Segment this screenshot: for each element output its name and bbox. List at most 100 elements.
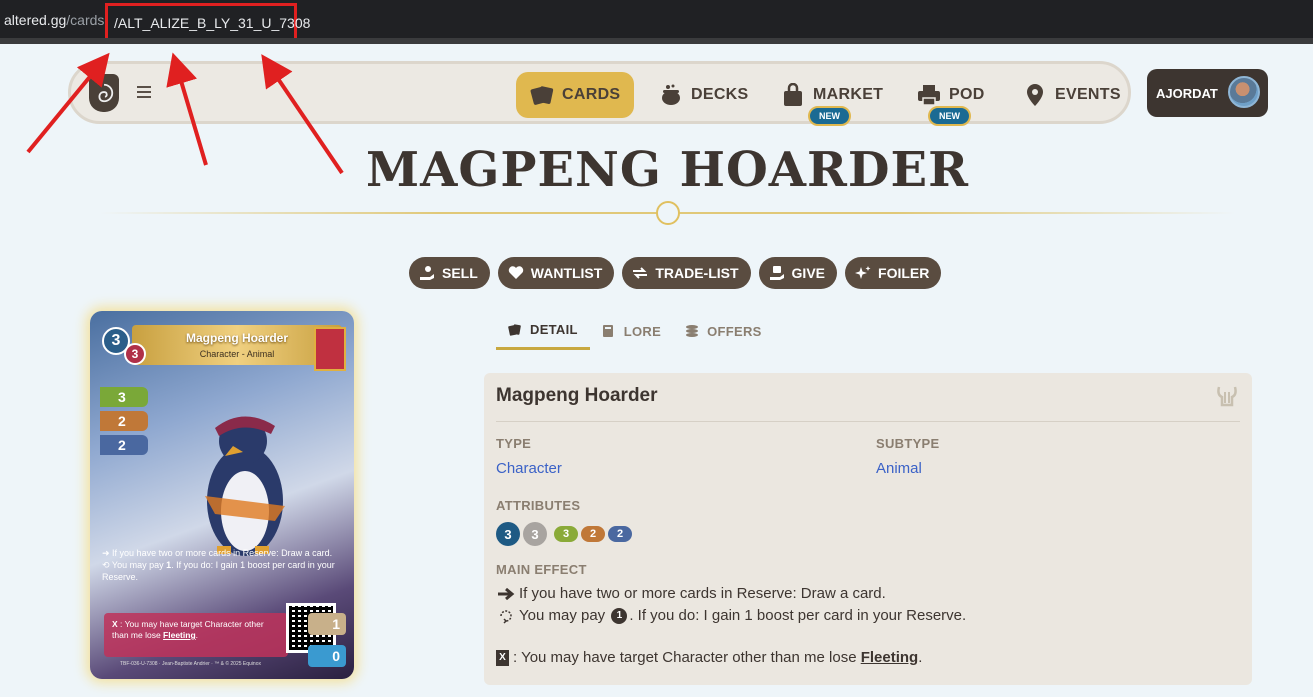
wantlist-label: WANTLIST (530, 265, 603, 281)
pod-new-badge: NEW (928, 106, 971, 126)
url-slug: /ALT_ALIZE_B_LY_31_U_7308 (114, 15, 311, 31)
printer-icon (917, 83, 941, 107)
type-label: TYPE (496, 436, 532, 451)
nav-decks[interactable]: DECKS (659, 72, 749, 118)
card-image[interactable]: Magpeng Hoarder Character - Animal 3 3 3… (90, 311, 354, 679)
nav-decks-label: DECKS (691, 86, 749, 103)
card-support-end: . (195, 630, 199, 640)
support-effect-end: . (918, 649, 923, 666)
swirl-emblem-icon (656, 201, 680, 225)
subtype-label: SUBTYPE (876, 436, 940, 451)
attributes-label: ATTRIBUTES (496, 498, 581, 513)
card-name: Magpeng Hoarder (185, 331, 288, 345)
url-highlight-box: /ALT_ALIZE_B_LY_31_U_7308 (105, 3, 310, 42)
card-subtitle: Character - Animal (199, 349, 275, 359)
url-host: altered.gg (4, 12, 67, 28)
avatar (1228, 76, 1260, 108)
support-effect-text: : You may have target Character other th… (513, 649, 857, 666)
card-reserve-cost: 3 (124, 343, 146, 365)
page-title: MAGPENG HOARDER (365, 142, 970, 198)
exhaust-icon (496, 608, 516, 624)
hamburger-icon[interactable] (137, 86, 151, 101)
lyra-banner-icon (314, 327, 346, 371)
cauldron-icon (659, 83, 683, 107)
effect-2-cost: 1 (611, 607, 628, 624)
detail-card-name: Magpeng Hoarder (496, 385, 658, 406)
effect-line-1: If you have two or more cards in Reserve… (496, 585, 886, 602)
top-nav: CARDS DECKS MARKET NEW POD NEW EVENTS (68, 61, 1131, 126)
trade-list-label: TRADE-LIST (655, 265, 739, 281)
main-effect-label: MAIN EFFECT (496, 562, 587, 577)
heart-icon (508, 265, 524, 281)
type-link[interactable]: Character (496, 460, 562, 477)
username: AJORDAT (1156, 85, 1218, 101)
nav-events[interactable]: EVENTS (1023, 72, 1121, 118)
effect-line-2: You may pay 1. If you do: I gain 1 boost… (496, 607, 966, 624)
attr-ocean: 2 (608, 526, 632, 542)
card-support-keyword: Fleeting (163, 630, 196, 640)
user-menu-button[interactable]: AJORDAT (1147, 69, 1268, 117)
foiler-label: FOILER (878, 265, 930, 281)
book-icon (602, 324, 616, 338)
card-effect-1: If you have two or more cards in Reserve… (112, 548, 333, 558)
support-key: X (496, 649, 509, 666)
subtype-link[interactable]: Animal (876, 460, 922, 477)
nav-market-label: MARKET (813, 86, 884, 103)
fleeting-keyword-link[interactable]: Fleeting (861, 649, 919, 666)
attr-forest: 3 (554, 526, 578, 542)
trade-icon (632, 265, 648, 281)
card-counter-2: 0 (308, 645, 346, 667)
give-label: GIVE (791, 265, 826, 281)
effect-2a-text: You may pay (519, 607, 606, 624)
effect-2b-text: . If you do: I gain 1 boost per card in … (629, 607, 967, 624)
trade-list-button[interactable]: TRADE-LIST (622, 257, 751, 289)
support-effect-line: X : You may have target Character other … (496, 649, 922, 666)
nav-pod-label: POD (949, 86, 985, 103)
tab-offers[interactable]: OFFERS (673, 312, 774, 350)
attr-hand-cost: 3 (496, 522, 520, 546)
card-detail-panel: Magpeng Hoarder TYPE Character SUBTYPE A… (484, 373, 1252, 685)
wantlist-button[interactable]: WANTLIST (497, 257, 615, 289)
card-support-text: X : You may have target Character other … (104, 613, 288, 657)
tab-detail-label: DETAIL (530, 322, 578, 337)
attr-reserve-cost: 3 (523, 522, 547, 546)
detail-separator (496, 421, 1240, 422)
card-mountain-stat: 2 (100, 411, 148, 431)
sell-icon (419, 265, 435, 281)
give-button[interactable]: GIVE (758, 257, 838, 289)
sparkle-icon (855, 265, 871, 281)
sell-label: SELL (442, 265, 478, 281)
card-ocean-stat: 2 (100, 435, 148, 455)
cards-icon (508, 323, 522, 337)
lyra-faction-icon (1217, 386, 1237, 407)
nav-cards[interactable]: CARDS (516, 72, 635, 118)
effect-1-text: If you have two or more cards in Reserve… (519, 585, 886, 602)
arrow-right-icon (496, 587, 516, 600)
detail-tabs: DETAIL LORE OFFERS (496, 312, 774, 350)
card-footer: TBF-036-U-7308 · Jean-Baptiste Andrier ·… (120, 661, 261, 667)
give-icon (769, 265, 785, 281)
tab-lore-label: LORE (623, 323, 662, 339)
browser-divider (0, 38, 1313, 44)
tab-lore[interactable]: LORE (590, 312, 673, 350)
card-support-key: X (112, 619, 118, 629)
foiler-button[interactable]: FOILER (845, 257, 942, 289)
attributes-row: 3 3 3 2 2 (496, 522, 632, 546)
url-text[interactable]: altered.gg/cards (4, 12, 104, 28)
coins-icon (685, 324, 699, 338)
card-counter-1: 1 (308, 613, 346, 635)
url-path: /cards (66, 12, 105, 28)
attr-mountain: 2 (581, 526, 605, 542)
nav-cards-label: CARDS (562, 86, 621, 103)
browser-url-bar[interactable]: altered.gg/cards /ALT_ALIZE_B_LY_31_U_73… (0, 0, 1313, 42)
cards-icon (530, 83, 554, 107)
sell-button[interactable]: SELL (409, 257, 490, 289)
magpeng-illustration (205, 416, 285, 556)
market-new-badge: NEW (808, 106, 851, 126)
card-actions: SELL WANTLIST TRADE-LIST GIVE FOILER (409, 257, 942, 289)
card-effect-2a: You may pay (111, 560, 164, 570)
tab-detail[interactable]: DETAIL (496, 312, 590, 350)
card-forest-stat: 3 (100, 387, 148, 407)
altered-logo-icon[interactable] (89, 74, 119, 112)
bag-icon (781, 83, 805, 107)
